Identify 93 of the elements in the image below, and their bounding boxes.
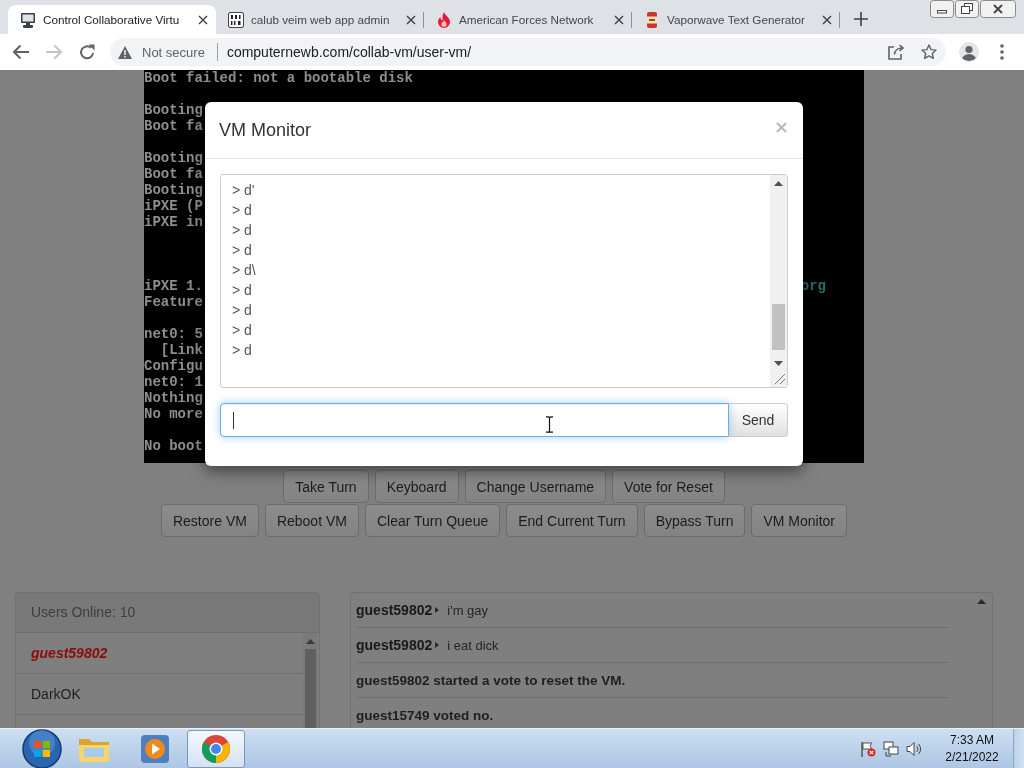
url-text: computernewb.com/collab-vm/user-vm/ bbox=[226, 44, 472, 60]
terminal-text: iPXE 1. bbox=[144, 278, 203, 294]
vm-control-button[interactable]: Bypass Turn bbox=[643, 504, 746, 537]
log-line: > d' bbox=[232, 181, 256, 200]
clock-date: 2/21/2022 bbox=[945, 748, 999, 766]
chat-message: i'm gay bbox=[447, 602, 489, 618]
flag-icon[interactable] bbox=[860, 740, 876, 757]
terminal-text: Booting bbox=[144, 102, 203, 118]
chat-notice: guest59802 started a vote to reset the VM. bbox=[356, 672, 626, 688]
play-tile-icon bbox=[140, 733, 170, 764]
terminal-text: iPXE in bbox=[144, 214, 203, 230]
terminal-text: No boot bbox=[144, 438, 203, 454]
browser-tab[interactable]: Control Collaborative Virtu bbox=[8, 5, 216, 34]
log-line: > d bbox=[232, 201, 253, 220]
vm-control-button[interactable]: Take Turn bbox=[283, 470, 369, 503]
chat-message: i eat dick bbox=[447, 637, 499, 653]
terminal-text: Boot failed: not a bootable disk bbox=[144, 70, 413, 86]
share-icon[interactable] bbox=[888, 44, 904, 60]
close-icon[interactable] bbox=[614, 14, 624, 25]
address-bar[interactable]: Not secure computernewb.com/collab-vm/user-vm/ bbox=[110, 38, 946, 66]
browser-tab[interactable]: calub veim web app admin bbox=[216, 5, 424, 34]
chat-notice: guest15749 voted no. bbox=[356, 707, 494, 723]
star-icon[interactable] bbox=[921, 44, 937, 60]
flame-icon bbox=[436, 11, 452, 28]
vm-control-button[interactable]: Keyboard bbox=[374, 470, 459, 503]
vm-control-button[interactable]: Restore VM bbox=[160, 504, 259, 537]
terminal-text: Boot fa bbox=[144, 166, 203, 182]
browser-tab[interactable]: Vaporwave Text Generator bbox=[632, 5, 840, 34]
triangle-icon bbox=[435, 642, 440, 648]
vm-control-button[interactable]: End Current Turn bbox=[506, 504, 638, 537]
terminal-text: Feature bbox=[144, 294, 203, 310]
text-caret-icon bbox=[233, 412, 234, 429]
start-orb-icon[interactable] bbox=[22, 728, 62, 768]
vm-control-button[interactable]: Reboot VM bbox=[264, 504, 359, 537]
browser-icon bbox=[201, 733, 231, 764]
vm-control-button[interactable]: Clear Turn Queue bbox=[364, 504, 501, 537]
network-icon[interactable] bbox=[883, 740, 899, 757]
terminal-text: [Link bbox=[159, 342, 203, 358]
computer-icon bbox=[20, 11, 36, 28]
new-tab-icon[interactable] bbox=[854, 12, 868, 26]
terminal-text: No more bbox=[144, 406, 203, 422]
log-line: > d bbox=[232, 341, 253, 360]
terminal-text: Configu bbox=[144, 358, 203, 374]
close-icon[interactable] bbox=[980, 0, 1016, 18]
terminal-text: net0: 5 bbox=[144, 326, 203, 342]
i-beam-cursor-icon bbox=[545, 416, 554, 433]
resize-grip-icon[interactable] bbox=[775, 374, 785, 384]
terminal-text: Booting bbox=[144, 182, 203, 198]
scroll-up-arrow-icon[interactable] bbox=[976, 599, 986, 604]
vm-control-button[interactable]: VM Monitor bbox=[751, 504, 848, 537]
terminal-text: Booting bbox=[144, 150, 203, 166]
log-line: > d\ bbox=[232, 261, 257, 280]
chat-username: guest59802 bbox=[356, 637, 433, 653]
log-line: > d bbox=[232, 241, 253, 260]
log-line: > d bbox=[232, 301, 253, 320]
close-icon[interactable] bbox=[406, 14, 416, 25]
terminal-text: Nothing bbox=[144, 390, 203, 406]
browser-tab[interactable]: American Forces Network bbox=[424, 5, 632, 34]
speaker-icon[interactable] bbox=[906, 740, 922, 757]
minimize-icon[interactable] bbox=[930, 0, 954, 18]
terminal-text: Boot fa bbox=[144, 118, 203, 134]
message-input[interactable] bbox=[220, 403, 729, 437]
log-line: > d bbox=[232, 321, 253, 340]
terminal-text: iPXE (P bbox=[144, 198, 203, 214]
back-icon[interactable] bbox=[12, 44, 30, 60]
close-icon[interactable] bbox=[822, 14, 832, 25]
chat-username: guest59802 bbox=[356, 602, 433, 618]
reload-icon[interactable] bbox=[79, 44, 95, 60]
scrollbar-thumb[interactable] bbox=[305, 649, 316, 728]
close-icon[interactable] bbox=[198, 14, 208, 25]
triangle-icon bbox=[435, 607, 440, 613]
avatar-icon[interactable] bbox=[959, 42, 979, 62]
security-indicator[interactable]: Not secure bbox=[118, 44, 205, 60]
scroll-up-arrow-icon[interactable] bbox=[774, 181, 783, 186]
warning-icon bbox=[118, 45, 132, 59]
clock[interactable]: 7:33 AM 2/21/2022 bbox=[937, 731, 1007, 766]
clock-time: 7:33 AM bbox=[950, 731, 994, 749]
dialog-title: VM Monitor bbox=[219, 119, 312, 141]
taskbar-button[interactable] bbox=[187, 729, 245, 768]
log-line: > d bbox=[232, 221, 253, 240]
scroll-down-arrow-icon[interactable] bbox=[774, 361, 783, 366]
scrollbar-thumb[interactable] bbox=[772, 304, 785, 350]
code-tile-icon bbox=[228, 11, 244, 28]
vm-control-button[interactable]: Change Username bbox=[464, 470, 607, 503]
send-button[interactable]: Send bbox=[729, 403, 788, 437]
can-icon bbox=[644, 11, 660, 28]
users-online-header: Users Online: 10 bbox=[16, 593, 319, 633]
menu-icon[interactable] bbox=[1000, 44, 1004, 60]
restore-icon[interactable] bbox=[955, 0, 979, 18]
monitor-output-field[interactable]: > d' > d > d > d > d\ > d > d > d > d bbox=[220, 174, 788, 388]
vm-control-button[interactable]: Vote for Reset bbox=[612, 470, 725, 503]
log-line: > d bbox=[232, 281, 253, 300]
terminal-text: net0: 1 bbox=[144, 374, 203, 390]
